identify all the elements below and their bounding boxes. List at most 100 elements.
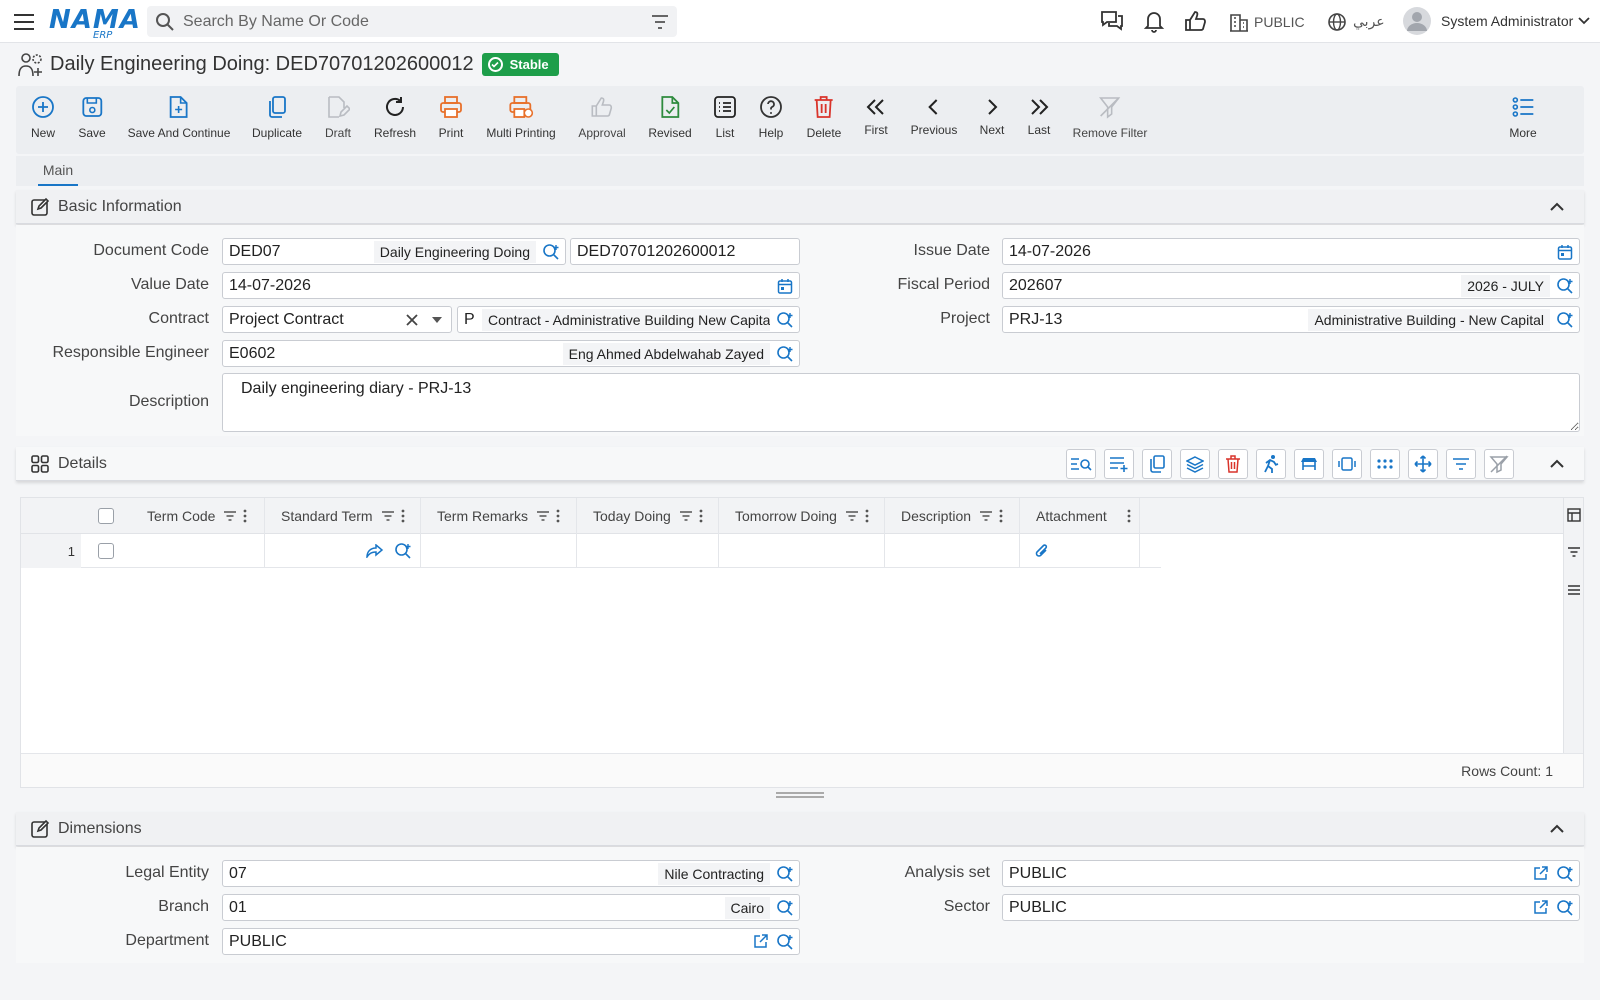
cell-attachment[interactable] bbox=[1020, 534, 1140, 568]
document-number-field[interactable]: DED70701202600012 bbox=[570, 238, 800, 265]
list-button[interactable]: List bbox=[712, 94, 738, 140]
filter-icon[interactable] bbox=[1567, 546, 1581, 558]
duplicate-button[interactable]: Duplicate bbox=[252, 94, 302, 140]
search-input[interactable] bbox=[183, 12, 651, 31]
value-date-field[interactable]: 14-07-2026 bbox=[222, 272, 800, 299]
kebab-icon[interactable] bbox=[401, 509, 405, 523]
cell-standard-term[interactable] bbox=[265, 534, 421, 568]
paperclip-icon[interactable] bbox=[1034, 542, 1050, 560]
filter-icon[interactable] bbox=[979, 510, 993, 522]
lookup-icon[interactable] bbox=[1554, 863, 1576, 885]
column-standard-term[interactable]: Standard Term bbox=[265, 498, 421, 534]
next-button[interactable]: Next bbox=[979, 94, 1005, 137]
cell-description[interactable] bbox=[885, 534, 1020, 568]
lookup-icon[interactable] bbox=[540, 241, 562, 263]
department-field[interactable]: PUBLIC bbox=[222, 928, 800, 955]
columns-button[interactable] bbox=[1294, 449, 1324, 479]
kebab-icon[interactable] bbox=[243, 509, 247, 523]
project-field[interactable]: PRJ-13 Administrative Building - New Cap… bbox=[1002, 306, 1580, 333]
revised-button[interactable]: Revised bbox=[648, 94, 692, 140]
legal-entity-field[interactable]: 07 Nile Contracting bbox=[222, 860, 800, 887]
kebab-icon[interactable] bbox=[1127, 509, 1131, 523]
fiscal-period-field[interactable]: 202607 2026 - JULY bbox=[1002, 272, 1580, 299]
draft-button[interactable]: Draft bbox=[325, 94, 351, 140]
org-selector[interactable]: PUBLIC bbox=[1229, 12, 1305, 32]
analysis-set-field[interactable]: PUBLIC bbox=[1002, 860, 1580, 887]
frame-button[interactable] bbox=[1332, 449, 1362, 479]
share-icon[interactable] bbox=[366, 544, 384, 558]
select-all-checkbox[interactable] bbox=[98, 508, 114, 524]
external-link-icon[interactable] bbox=[1529, 897, 1551, 919]
last-button[interactable]: Last bbox=[1026, 94, 1052, 137]
run-button[interactable] bbox=[1256, 449, 1286, 479]
contract-type-select[interactable]: Project Contract bbox=[222, 306, 452, 333]
external-link-icon[interactable] bbox=[1529, 863, 1551, 885]
first-button[interactable]: First bbox=[863, 94, 889, 137]
filter-icon[interactable] bbox=[679, 510, 693, 522]
chat-icon[interactable] bbox=[1099, 8, 1125, 34]
clear-filter-button[interactable] bbox=[1484, 449, 1514, 479]
filter-icon[interactable] bbox=[651, 14, 669, 30]
calendar-icon[interactable] bbox=[1554, 241, 1576, 263]
delete-button[interactable]: Delete bbox=[807, 94, 841, 140]
delete-row-button[interactable] bbox=[1218, 449, 1248, 479]
move-button[interactable] bbox=[1408, 449, 1438, 479]
cell-term-remarks[interactable] bbox=[421, 534, 577, 568]
lookup-icon[interactable] bbox=[774, 897, 796, 919]
column-term-code[interactable]: Term Code bbox=[131, 498, 265, 534]
resize-handle[interactable] bbox=[776, 792, 824, 798]
search-rows-button[interactable] bbox=[1066, 449, 1096, 479]
responsible-engineer-field[interactable]: E0602 Eng Ahmed Abdelwahab Zayed bbox=[222, 340, 800, 367]
new-button[interactable]: New bbox=[30, 94, 56, 140]
calendar-icon[interactable] bbox=[774, 275, 796, 297]
add-row-button[interactable] bbox=[1104, 449, 1134, 479]
column-attachment[interactable]: Attachment bbox=[1020, 498, 1140, 534]
column-description[interactable]: Description bbox=[885, 498, 1020, 534]
cell-tomorrow-doing[interactable] bbox=[719, 534, 885, 568]
table-row[interactable]: 1 bbox=[21, 534, 1161, 568]
save-button[interactable]: Save bbox=[78, 94, 106, 140]
more-button[interactable]: More bbox=[1509, 94, 1537, 140]
cell-term-code[interactable] bbox=[131, 534, 265, 568]
menu-lines-icon[interactable] bbox=[1567, 584, 1581, 596]
menu-icon[interactable] bbox=[12, 10, 36, 34]
description-textarea[interactable]: Daily engineering diary - PRJ-13 bbox=[222, 373, 1580, 432]
print-button[interactable]: Print bbox=[438, 94, 464, 140]
document-code-field[interactable]: DED07 Daily Engineering Doing bbox=[222, 238, 566, 265]
lookup-icon[interactable] bbox=[1554, 897, 1576, 919]
layers-button[interactable] bbox=[1180, 449, 1210, 479]
lookup-icon[interactable] bbox=[774, 931, 796, 953]
thumbs-up-icon[interactable] bbox=[1183, 8, 1209, 34]
lookup-icon[interactable] bbox=[1554, 275, 1576, 297]
kebab-icon[interactable] bbox=[699, 509, 703, 523]
filter-icon[interactable] bbox=[845, 510, 859, 522]
external-link-icon[interactable] bbox=[749, 931, 771, 953]
dimensions-header[interactable]: Dimensions bbox=[16, 812, 1584, 846]
lookup-icon[interactable] bbox=[774, 343, 796, 365]
cell-today-doing[interactable] bbox=[577, 534, 719, 568]
app-logo[interactable]: NAMA ERP bbox=[49, 5, 141, 41]
filter-icon[interactable] bbox=[536, 510, 550, 522]
chevron-up-icon[interactable] bbox=[1548, 455, 1566, 473]
language-selector[interactable]: عربي bbox=[1327, 12, 1385, 32]
copy-row-button[interactable] bbox=[1142, 449, 1172, 479]
filter-rows-button[interactable] bbox=[1446, 449, 1476, 479]
save-and-continue-button[interactable]: Save And Continue bbox=[128, 94, 230, 140]
row-checkbox[interactable] bbox=[98, 543, 114, 559]
caret-down-icon[interactable] bbox=[426, 309, 448, 331]
clear-icon[interactable] bbox=[401, 309, 423, 331]
column-tomorrow-doing[interactable]: Tomorrow Doing bbox=[719, 498, 885, 534]
kebab-icon[interactable] bbox=[999, 509, 1003, 523]
refresh-button[interactable]: Refresh bbox=[374, 94, 416, 140]
column-today-doing[interactable]: Today Doing bbox=[577, 498, 719, 534]
filter-icon[interactable] bbox=[381, 510, 395, 522]
previous-button[interactable]: Previous bbox=[911, 94, 957, 137]
remove-filter-button[interactable]: Remove Filter bbox=[1073, 94, 1147, 140]
multi-printing-button[interactable]: Multi Printing bbox=[486, 94, 556, 140]
lookup-icon[interactable] bbox=[774, 309, 796, 331]
chevron-up-icon[interactable] bbox=[1548, 820, 1566, 838]
lookup-icon[interactable] bbox=[774, 863, 796, 885]
contract-field[interactable]: P Contract - Administrative Building New… bbox=[457, 306, 800, 333]
bell-icon[interactable] bbox=[1141, 8, 1167, 34]
kebab-icon[interactable] bbox=[865, 509, 869, 523]
